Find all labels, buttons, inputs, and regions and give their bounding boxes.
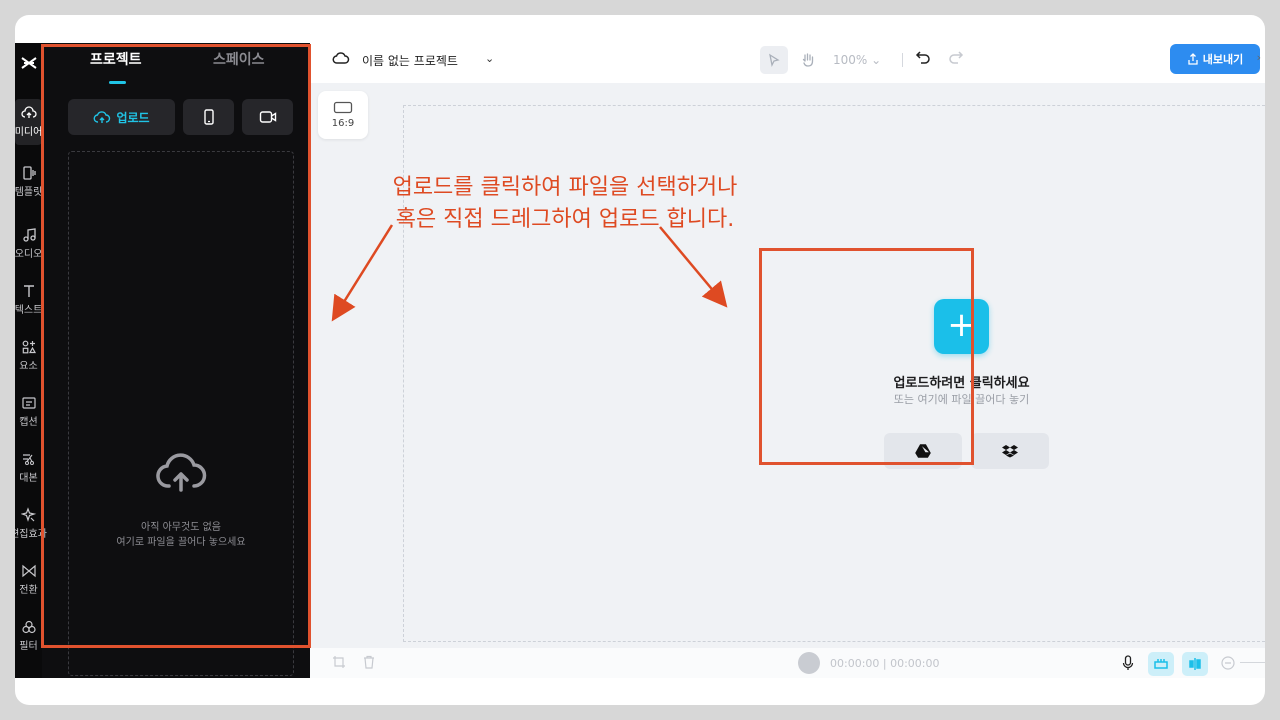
arrow-right (659, 226, 728, 308)
app-frame: 미디어 템플릿 오디오 텍스트 요소 캡션 대본 집효과 전환 필터 프로젝트 … (15, 15, 1265, 705)
annotation-arrows (331, 224, 728, 322)
arrow-left (331, 224, 394, 322)
